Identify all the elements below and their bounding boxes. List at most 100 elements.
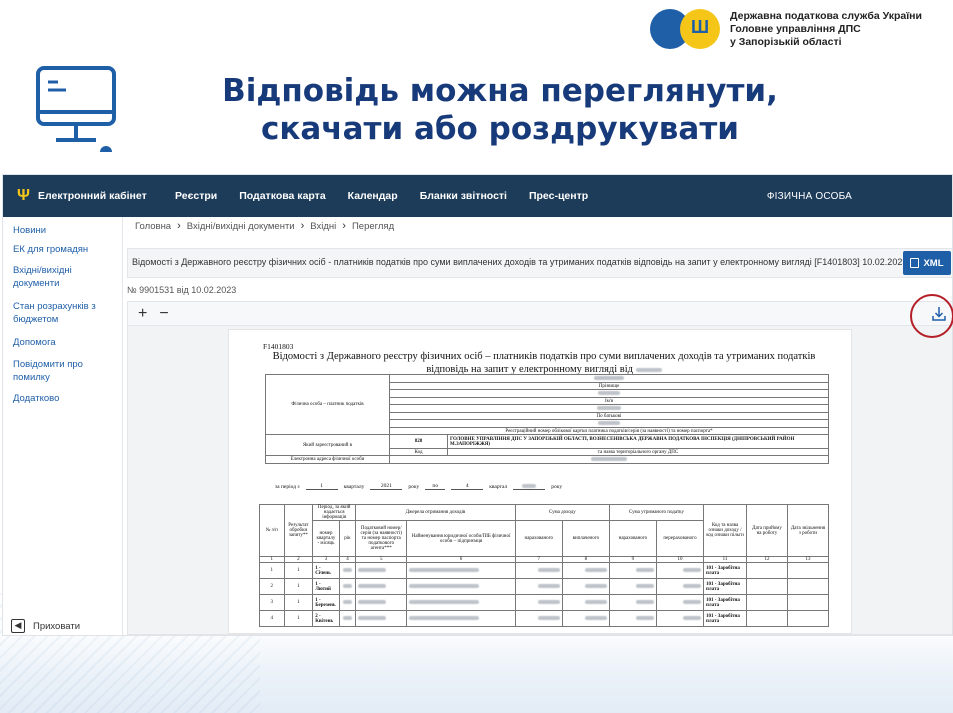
period-to-quarter: 4	[451, 483, 484, 490]
org-logo: Ш	[650, 9, 722, 49]
row-num: 2	[259, 578, 285, 595]
xml-download-button[interactable]: XML	[903, 251, 951, 275]
chevron-right-icon: ›	[177, 220, 181, 232]
redacted-value	[635, 567, 654, 572]
redacted-value	[635, 599, 654, 604]
period-to-year-label: року	[551, 483, 563, 490]
authority-code: 828	[389, 434, 448, 449]
sidebar-item-ek-citizens[interactable]: ЕК для громадян	[3, 243, 88, 256]
row-result: 1	[283, 610, 314, 627]
person-info-table: Фізична особа – платник податків Прізвищ…	[265, 374, 829, 464]
breadcrumb-home[interactable]: Головна	[135, 221, 171, 232]
chevron-right-icon: ›	[342, 220, 346, 232]
nav-item-calendar[interactable]: Календар	[348, 190, 398, 202]
document-description: Відомості з Державного реєстру фізичних …	[127, 248, 952, 278]
sidebar-item-report-error[interactable]: Повідомити про помилку	[3, 358, 93, 384]
col-period: Період, за який надається інформація	[312, 504, 357, 521]
redacted-value	[537, 583, 560, 588]
redacted-value	[597, 405, 621, 410]
redacted-value	[358, 567, 387, 572]
org-name-line2: Головне управління ДПС	[730, 22, 861, 35]
redacted-value	[594, 375, 624, 380]
row-num: 3	[259, 594, 285, 611]
col-source-name: Найменування юридичної особи/ПІБ фізично…	[406, 520, 516, 557]
row-num: 4	[259, 610, 285, 627]
document-title-text: Відомості з Державного реєстру фізичних …	[272, 351, 816, 375]
table-row: 2 1 1 - Лютий 101 - Заробітна плата	[259, 578, 830, 595]
redacted-value	[409, 615, 480, 620]
sidebar-hide-button[interactable]: ◀ Приховати	[11, 619, 80, 633]
main-content: Головна › Вхідні/вихідні документи › Вхі…	[123, 217, 952, 635]
sidebar-item-help[interactable]: Допомога	[3, 336, 56, 349]
redacted-value	[598, 420, 620, 425]
redacted-value	[584, 567, 607, 572]
redacted-email	[591, 456, 627, 461]
col-source: Джерела отримання доходів	[355, 504, 516, 521]
redacted-value	[683, 583, 702, 588]
nav-item-report-forms[interactable]: Бланки звітності	[420, 190, 507, 202]
redacted-value	[683, 615, 702, 620]
period-to-label: по	[425, 483, 446, 490]
col-income-code: Код та назва ознаки доходу / код ознаки …	[703, 504, 747, 557]
email-label: Електронна адреса фізичної особи	[265, 455, 390, 464]
sidebar-item-additional[interactable]: Додатково	[3, 392, 59, 405]
highlight-circle	[910, 294, 953, 338]
brand-label: Електронний кабінет	[37, 190, 147, 202]
sidebar-item-news[interactable]: Новини	[3, 224, 46, 237]
sidebar-item-documents[interactable]: Вхідні/вихідні документи	[3, 264, 103, 290]
redacted-value	[584, 599, 607, 604]
slide-title: Відповідь можна переглянути, скачати або…	[130, 72, 870, 148]
table-row: 3 1 1 - Березень 101 - Заробітна плата	[259, 594, 830, 611]
xml-button-label: XML	[923, 257, 944, 269]
row-result: 1	[283, 594, 314, 611]
sidebar: Новини ЕК для громадян Вхідні/вихідні до…	[3, 217, 123, 635]
user-type[interactable]: ФІЗИЧНА ОСОБА	[767, 191, 852, 202]
chevron-right-icon: ›	[300, 220, 305, 232]
col-period-month: номер кварталу - місяць	[312, 520, 340, 557]
computer-icon	[36, 66, 116, 152]
redacted-value	[358, 599, 387, 604]
zoom-out-button[interactable]: −	[159, 305, 168, 323]
redacted-value	[358, 615, 387, 620]
col-fire-date: Дата звільнення з роботи	[786, 504, 830, 557]
row-income-code: 101 - Заробітна плата	[703, 610, 747, 627]
redacted-value	[342, 615, 352, 620]
redacted-value	[537, 599, 560, 604]
authority-name: ГОЛОВНЕ УПРАВЛІННЯ ДПС У ЗАПОРІЗЬКІЙ ОБЛ…	[447, 434, 829, 449]
period-line: за період з 1 кварталу 2021 року по 4 кв…	[275, 483, 562, 490]
nav-item-press-center[interactable]: Прес-центр	[529, 190, 588, 202]
breadcrumb-view: Перегляд	[351, 220, 395, 232]
sidebar-item-budget[interactable]: Стан розрахунків з бюджетом	[3, 300, 113, 326]
redacted-value	[635, 583, 654, 588]
table-row: 1 1 1 - Січень 101 - Заробітна плата	[259, 562, 830, 579]
row-month: 1 - Січень	[312, 562, 340, 579]
org-name: Державна податкова служба України Головн…	[730, 10, 922, 49]
nav-item-registries[interactable]: Реєстри	[175, 190, 217, 202]
redacted-value	[537, 615, 560, 620]
trident-icon: Ψ	[17, 187, 30, 204]
period-to-year	[513, 483, 546, 490]
period-year-label: року	[408, 483, 420, 490]
trident-icon: Ш	[690, 17, 710, 37]
period-to-quarter-label: квартал	[489, 483, 508, 490]
nav-item-tax-map[interactable]: Податкова карта	[239, 190, 325, 202]
zoom-in-button[interactable]: +	[138, 305, 147, 323]
col-period-year: рік	[338, 520, 357, 557]
redacted-date	[635, 367, 662, 372]
row-income-code: 101 - Заробітна плата	[703, 562, 747, 579]
row-month: 1 - Березень	[312, 594, 340, 611]
slide-title-line2: скачати або роздрукувати	[260, 111, 740, 147]
row-income-code: 101 - Заробітна плата	[703, 578, 747, 595]
document-reg-number: № 9901531 від 10.02.2023	[127, 285, 237, 295]
person-label: Фізична особа – платник податків	[265, 374, 390, 435]
col-hire-date: Дата прийому на роботу	[745, 504, 788, 557]
brand[interactable]: Ψ Електронний кабінет	[3, 187, 153, 205]
breadcrumb-documents[interactable]: Вхідні/вихідні документи	[187, 221, 295, 232]
breadcrumb: Головна › Вхідні/вихідні документи › Вхі…	[135, 217, 394, 235]
org-name-line3: у Запорізькій області	[730, 35, 842, 48]
breadcrumb-incoming[interactable]: Вхідні	[310, 221, 336, 232]
row-result: 1	[283, 562, 314, 579]
org-name-line1: Державна податкова служба України	[730, 9, 922, 22]
document-title: Відомості з Державного реєстру фізичних …	[259, 350, 829, 376]
table-row: 4 1 2 - Квітень 101 - Заробітна плата	[259, 610, 830, 627]
